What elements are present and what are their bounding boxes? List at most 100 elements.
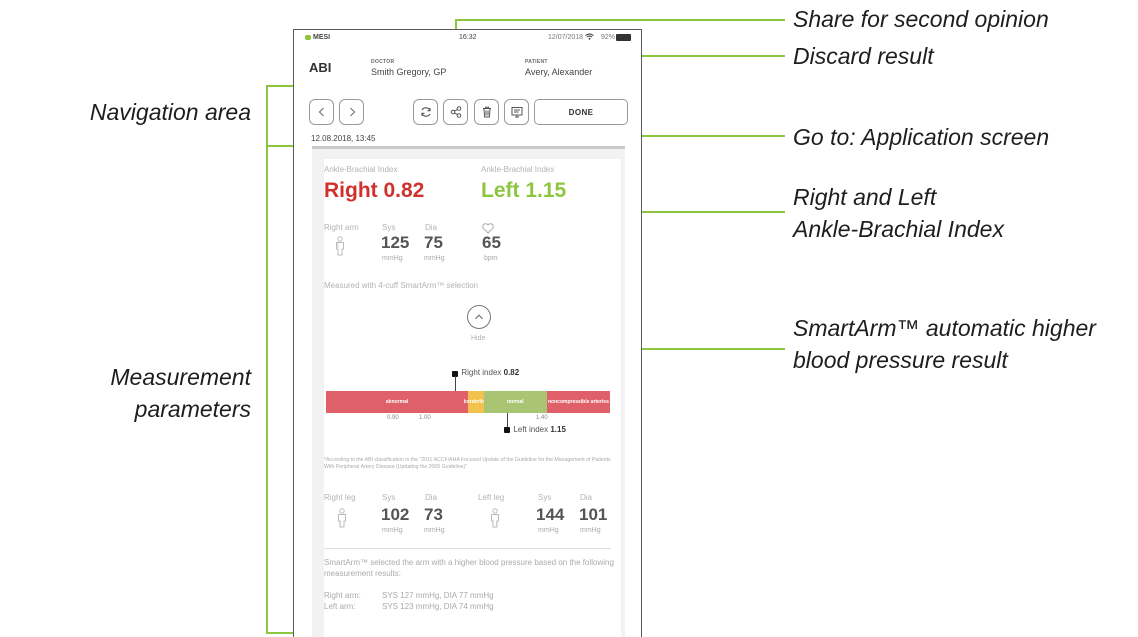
callout-params-line2: parameters — [134, 396, 251, 422]
right-index-number: 0.82 — [503, 368, 520, 377]
refresh-button[interactable] — [413, 99, 438, 125]
trash-icon — [482, 106, 491, 118]
smartarm-note: SmartArm™ selected the arm with a higher… — [324, 558, 614, 578]
left-index-marker-line — [507, 413, 509, 428]
share-icon — [450, 106, 461, 118]
scale-segment-borderline: borderline — [464, 391, 488, 413]
battery-percent: 92% — [601, 34, 616, 41]
callout-abi-line2: Ankle-Brachial Index — [793, 216, 1004, 242]
leader-share — [455, 19, 785, 21]
left-leg-dia-unit: mmHg — [580, 527, 601, 534]
measured-with-text: Measured with 4-cuff SmartArm™ selection — [324, 281, 479, 290]
left-leg-sys-caption: Sys — [538, 493, 552, 502]
leader-params — [266, 145, 268, 634]
left-arm-readout-value: SYS 123 mmHg, DIA 74 mmHg — [382, 602, 494, 611]
right-leg-sys-unit: mmHg — [382, 527, 403, 534]
right-leg-sys-value: 102 — [381, 505, 410, 524]
patient-caption: PATIENT — [525, 59, 548, 65]
chevron-left-icon — [318, 107, 324, 117]
wifi-icon — [585, 33, 594, 42]
brand-logo: MESI — [305, 34, 330, 41]
callout-smartarm-line2: blood pressure result — [793, 347, 1008, 373]
right-leg-dia-value: 73 — [424, 505, 443, 524]
left-index-marker — [504, 427, 511, 433]
scale-segment-noncompressible-arteries: noncompressible arteries — [546, 391, 610, 413]
arm-sys-value: 125 — [381, 233, 410, 252]
callout-smartarm-line1: SmartArm™ automatic higher — [793, 315, 1096, 341]
status-time: 16:32 — [459, 34, 477, 41]
right-leg-dia-unit: mmHg — [424, 527, 445, 534]
arm-sys-caption: Sys — [382, 223, 396, 232]
right-abi-value: Right 0.82 — [324, 179, 425, 202]
left-leg-person-icon — [489, 508, 501, 533]
right-arm-readout-label: Right arm: — [324, 591, 361, 600]
arm-dia-unit: mmHg — [424, 255, 445, 262]
right-index-marker-line — [455, 376, 457, 391]
right-arm-readout-value: SYS 127 mmHg, DIA 77 mmHg — [382, 591, 494, 600]
status-bar: MESI 16:32 12/07/2018 92% — [294, 30, 641, 46]
left-arm-readout-label: Left arm: — [324, 602, 356, 611]
left-abi-value: Left 1.15 — [481, 179, 567, 202]
arm-dia-value: 75 — [424, 233, 443, 252]
left-leg-sys-value: 144 — [536, 505, 565, 524]
hide-button[interactable] — [467, 305, 491, 329]
callout-params-line1: Measurement — [110, 364, 251, 390]
abi-classification-scale: abnormal borderline normal noncompressible … — [326, 391, 610, 413]
callout-discard: Discard result — [793, 43, 934, 69]
measurement-panel[interactable]: Ankle-Brachial Index Ankle-Brachial Inde… — [312, 149, 625, 637]
leader-params-top — [266, 145, 293, 147]
report-icon — [511, 107, 522, 118]
left-abi-caption: Ankle-Brachial Index — [481, 165, 555, 174]
arm-label: Right arm — [324, 223, 359, 232]
callout-abi-line1: Right and Left — [793, 184, 937, 210]
brand-name: MESI — [313, 34, 331, 41]
left-leg-label: Left leg — [478, 493, 505, 502]
right-leg-sys-caption: Sys — [382, 493, 396, 502]
right-leg-label: Right leg — [324, 493, 356, 502]
scale-tick-1-40: 1.40 — [536, 415, 548, 421]
pulse-value: 65 — [482, 233, 501, 252]
back-button[interactable] — [309, 99, 334, 125]
chevron-right-icon — [349, 107, 355, 117]
doctor-name: Smith Gregory, GP — [371, 67, 447, 77]
hide-label: Hide — [471, 335, 486, 342]
pulse-unit: bpm — [484, 255, 498, 262]
right-leg-dia-caption: Dia — [425, 493, 438, 502]
measurement-datetime: 12.08.2018, 13:45 — [311, 134, 376, 143]
tablet-screen: MESI 16:32 12/07/2018 92% ABI DOCTOR Smi… — [293, 29, 642, 637]
left-index-number: 1.15 — [550, 425, 566, 434]
discard-button[interactable] — [474, 99, 499, 125]
share-button[interactable] — [443, 99, 468, 125]
callout-goto: Go to: Application screen — [793, 124, 1050, 150]
leader-navigation — [266, 85, 268, 147]
arm-dia-caption: Dia — [425, 223, 438, 232]
person-icon — [334, 236, 346, 261]
measurement-card: Ankle-Brachial Index Ankle-Brachial Inde… — [324, 159, 621, 637]
left-index-prefix: Left index — [513, 425, 551, 434]
status-date: 12/07/2018 — [548, 34, 584, 41]
refresh-icon — [420, 107, 431, 117]
leader-navigation-top — [266, 85, 293, 87]
scale-segment-abnormal: abnormal — [326, 391, 468, 413]
app-header: ABI DOCTOR Smith Gregory, GP PATIENT Ave… — [294, 46, 641, 92]
left-leg-dia-caption: Dia — [580, 493, 593, 502]
left-leg-dia-value: 101 — [579, 505, 608, 524]
report-button[interactable] — [504, 99, 529, 125]
right-index-label: Right index 0.82 — [461, 368, 519, 377]
guideline-footnote: *According to the ABI classification in … — [324, 457, 611, 470]
left-index-label: Left index 1.15 — [513, 425, 566, 434]
divider — [324, 548, 611, 549]
right-abi-caption: Ankle-Brachial Index — [324, 165, 398, 174]
right-leg-person-icon — [336, 508, 348, 533]
done-button[interactable]: DONE — [534, 99, 628, 125]
leader-params-bottom — [266, 632, 293, 634]
page-title: ABI — [309, 60, 332, 75]
battery-icon — [616, 34, 631, 41]
forward-button[interactable] — [339, 99, 364, 125]
scale-tick-0-90: 0.90 — [387, 415, 399, 421]
navigation-toolbar: DONE — [294, 96, 641, 130]
right-index-prefix: Right index — [461, 368, 504, 377]
callout-share: Share for second opinion — [793, 6, 1049, 32]
doctor-caption: DOCTOR — [371, 59, 395, 65]
patient-name: Avery, Alexander — [525, 67, 593, 77]
